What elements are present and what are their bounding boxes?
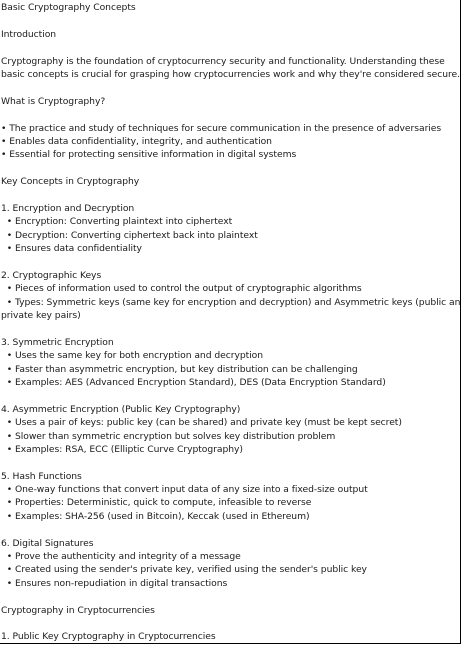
key-concepts-heading: Key Concepts in Cryptography [1,176,140,188]
section-item: • Uses the same key for both encryption … [1,350,264,362]
section-item: • Examples: AES (Advanced Encryption Sta… [1,376,386,388]
what-item: • Enables data confidentiality, integrit… [1,135,272,147]
section-item: • Pieces of information used to control … [1,283,362,295]
crypto-heading: Cryptography in Cryptocurrencies [1,604,155,616]
section-item: • Prove the authenticity and integrity o… [1,551,241,563]
intro-text-line-2: basic concepts is crucial for grasping h… [1,68,461,80]
section-item: • Types: Symmetric keys (same key for en… [1,296,461,308]
section-heading: 6. Digital Signatures [1,537,94,549]
section-item: • Uses a pair of keys: public key (can b… [1,417,402,429]
section-heading: 1. Encryption and Decryption [1,202,135,214]
intro-text-line-1: Cryptography is the foundation of crypto… [1,55,445,67]
document-title: Basic Cryptography Concepts [1,2,136,13]
section-item: • Ensures non-repudiation in digital tra… [1,577,228,589]
section-item: • Ensures data confidentiality [1,243,142,255]
intro-heading: Introduction [1,28,57,40]
section-heading: 5. Hash Functions [1,470,82,482]
section-item: • Faster than asymmetric encryption, but… [1,363,358,375]
section-item: • Examples: SHA-256 (used in Bitcoin), K… [1,510,310,522]
section-item: • Examples: RSA, ECC (Elliptic Curve Cry… [1,443,243,455]
document-page: Basic Cryptography Concepts Introduction… [0,0,461,644]
section-heading: 3. Symmetric Encryption [1,336,114,348]
what-item: • Essential for protecting sensitive inf… [1,149,297,161]
section-item: • Slower than symmetric encryption but s… [1,430,336,442]
section-item: private key pairs) [1,309,81,321]
section-item: • Decryption: Converting ciphertext back… [1,229,258,241]
what-heading: What is Cryptography? [1,95,106,107]
section-item: • One-way functions that convert input d… [1,484,368,496]
crypto-subheading: 1. Public Key Cryptography in Cryptocurr… [1,631,216,643]
section-heading: 4. Asymmetric Encryption (Public Key Cry… [1,403,241,415]
section-item: • Properties: Deterministic, quick to co… [1,497,312,509]
section-item: • Created using the sender's private key… [1,564,367,576]
section-heading: 2. Cryptographic Keys [1,269,102,281]
what-item: • The practice and study of techniques f… [1,122,442,134]
section-item: • Encryption: Converting plaintext into … [1,216,233,228]
